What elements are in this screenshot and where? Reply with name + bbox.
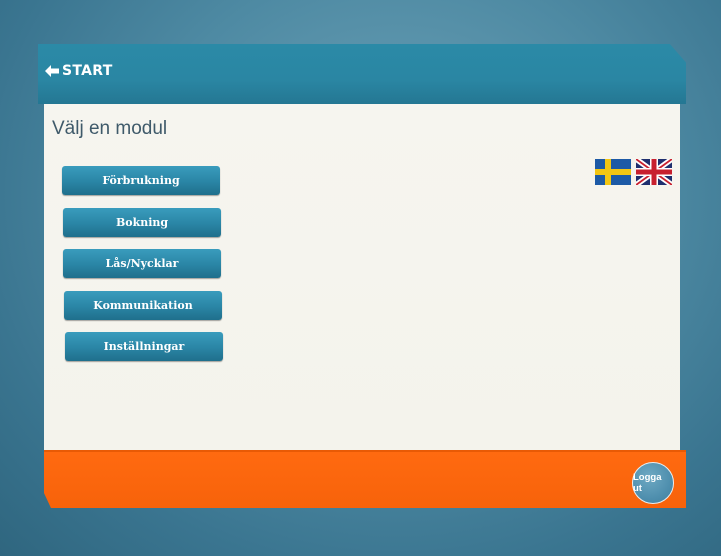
page-title: Välj en modul (52, 118, 168, 139)
module-button-las-nycklar[interactable]: Lås/Nycklar (63, 249, 221, 279)
module-menu: Förbrukning Bokning Lås/Nycklar Kommunik… (62, 166, 224, 374)
top-bar: START (38, 44, 686, 104)
swedish-flag-icon[interactable] (595, 159, 631, 185)
language-selector (595, 159, 672, 185)
module-button-installningar[interactable]: Inställningar (65, 332, 223, 362)
start-link[interactable]: START (44, 63, 113, 79)
module-button-kommunikation[interactable]: Kommunikation (64, 290, 222, 320)
module-button-forbrukning[interactable]: Förbrukning (62, 166, 220, 195)
main-content: Välj en modul Förbrukning Bokning Lås/Ny… (44, 104, 680, 450)
logout-button[interactable]: Logga ut (632, 462, 674, 504)
arrow-left-icon (45, 65, 59, 77)
uk-flag-icon[interactable] (636, 159, 672, 185)
start-label: START (62, 63, 113, 79)
module-button-bokning[interactable]: Bokning (63, 207, 221, 237)
footer-bar: Logga ut (44, 450, 686, 508)
kiosk-screen: START Välj en modul Förbrukning Bokning … (38, 44, 686, 508)
